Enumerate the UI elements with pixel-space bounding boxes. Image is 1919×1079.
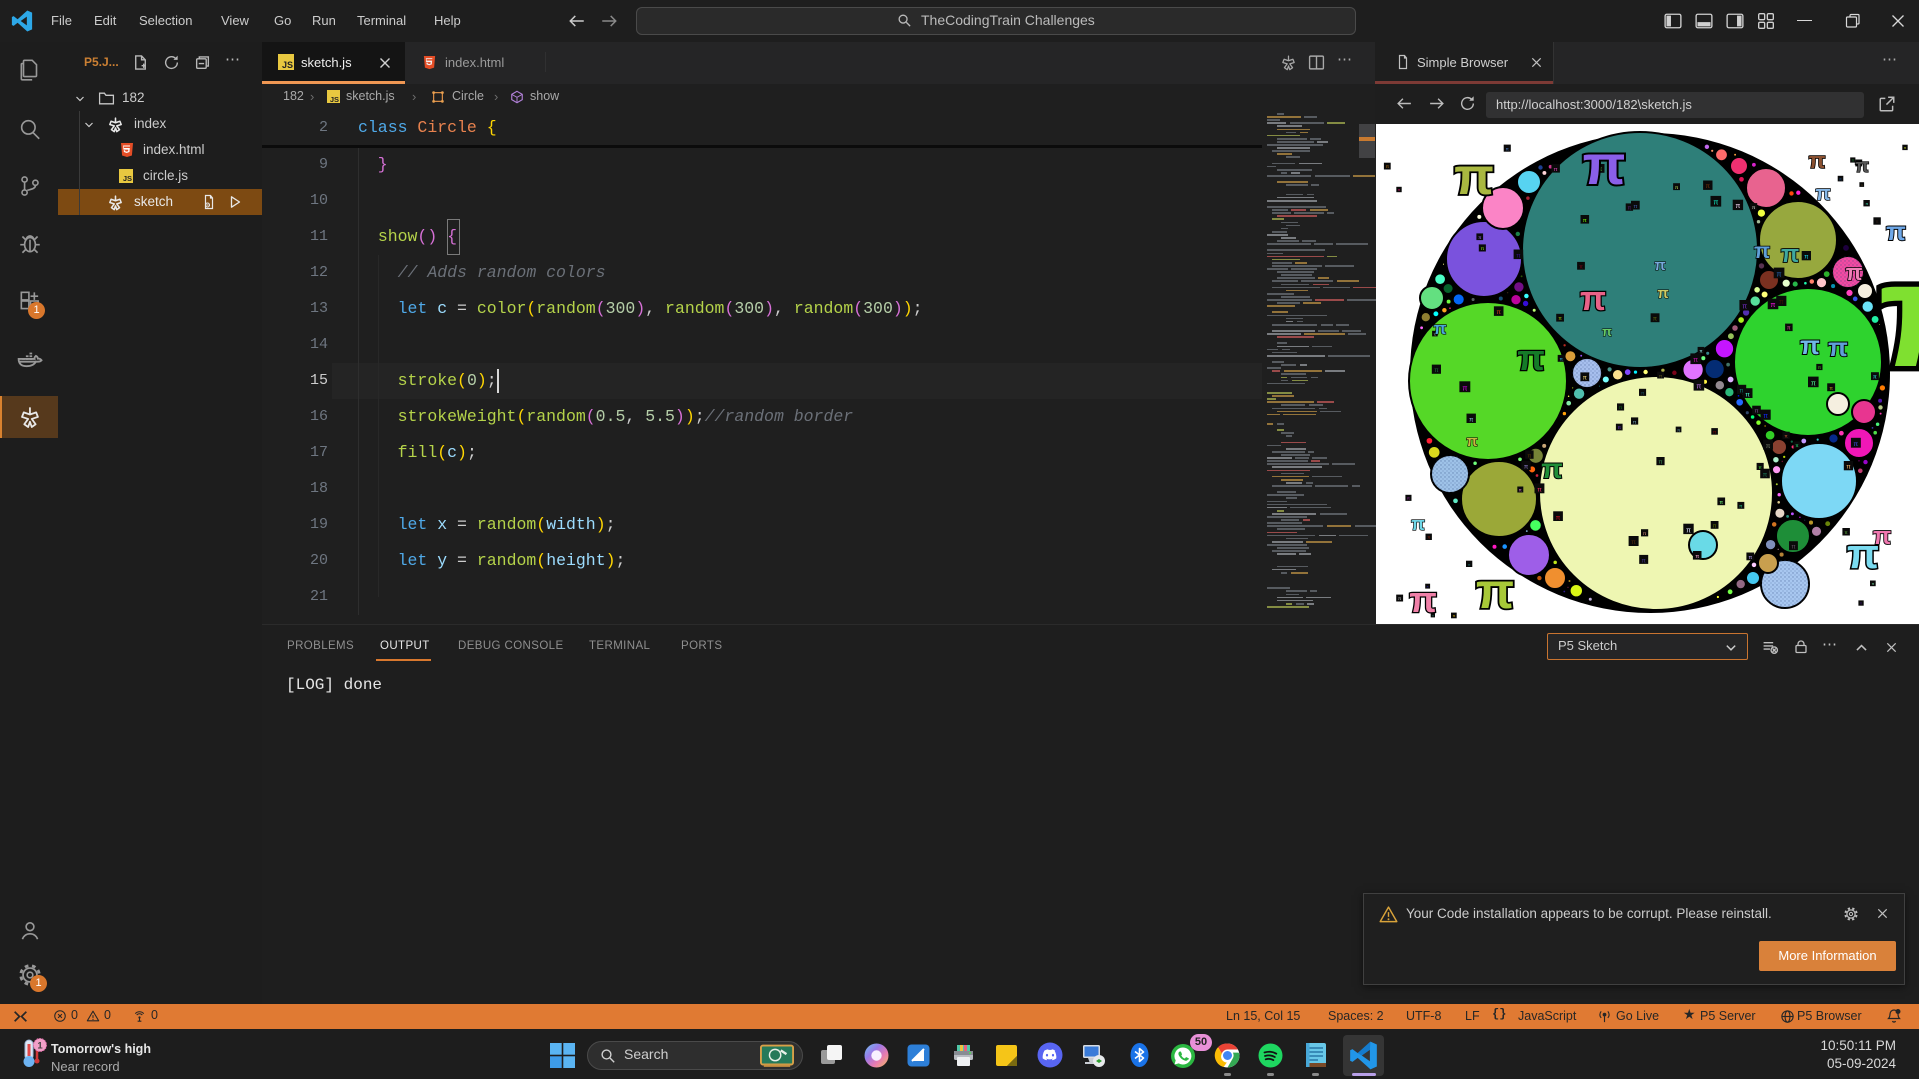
svg-text:π: π <box>1527 453 1531 459</box>
svg-text:π: π <box>1853 441 1858 448</box>
svg-text:π: π <box>1541 453 1562 484</box>
svg-text:π: π <box>1642 557 1646 564</box>
svg-text:π: π <box>1846 464 1851 471</box>
svg-text:π: π <box>1516 252 1521 259</box>
svg-text:π: π <box>1433 319 1446 338</box>
svg-text:π: π <box>1583 218 1587 224</box>
svg-text:π: π <box>1583 376 1587 382</box>
svg-text:π: π <box>1873 523 1891 550</box>
svg-text:π: π <box>1476 563 1514 619</box>
svg-text:π: π <box>1795 443 1798 448</box>
svg-text:π: π <box>1454 148 1494 206</box>
svg-text:π: π <box>1434 367 1439 374</box>
svg-text:π: π <box>1811 378 1816 387</box>
svg-text:π: π <box>1745 391 1750 398</box>
svg-text:π: π <box>1580 280 1606 318</box>
svg-text:π: π <box>1654 257 1666 274</box>
svg-text:π: π <box>1818 365 1821 370</box>
svg-text:π: π <box>1804 254 1809 261</box>
svg-text:π: π <box>1517 337 1545 378</box>
svg-text:π: π <box>1478 235 1481 240</box>
svg-text:π: π <box>1779 299 1784 306</box>
svg-text:π: π <box>1407 497 1410 501</box>
svg-text:π: π <box>1554 167 1558 173</box>
svg-text:π: π <box>1496 309 1501 316</box>
svg-text:π: π <box>1537 487 1542 494</box>
svg-text:π: π <box>1706 183 1711 190</box>
svg-text:π: π <box>1846 260 1863 285</box>
svg-text:π: π <box>1696 382 1701 391</box>
svg-text:π: π <box>1398 596 1401 601</box>
svg-text:π: π <box>1469 416 1474 423</box>
svg-text:π: π <box>1754 240 1770 263</box>
svg-text:π: π <box>1631 539 1636 546</box>
svg-text:π: π <box>1713 198 1718 207</box>
svg-text:π: π <box>1791 544 1795 551</box>
svg-text:π: π <box>1386 164 1389 169</box>
svg-text:π: π <box>1468 562 1471 567</box>
svg-text:1: 1 <box>37 1040 43 1051</box>
svg-text:π: π <box>1771 300 1776 309</box>
svg-text:π: π <box>1748 555 1752 561</box>
svg-text:π: π <box>1800 330 1820 360</box>
svg-text:π: π <box>1781 241 1799 268</box>
svg-text:π: π <box>1556 514 1561 521</box>
svg-text:π: π <box>1713 523 1717 529</box>
svg-text:π: π <box>1693 355 1698 364</box>
svg-text:π: π <box>1524 464 1529 471</box>
svg-text:π: π <box>1411 514 1425 534</box>
svg-text:π: π <box>1861 183 1863 187</box>
svg-text:π: π <box>1519 487 1522 492</box>
svg-text:π: π <box>1618 425 1621 430</box>
svg-text:π: π <box>1873 375 1877 381</box>
svg-text:π: π <box>1658 460 1662 466</box>
svg-text:π: π <box>1763 472 1768 479</box>
svg-text:π: π <box>1409 579 1437 620</box>
svg-text:π: π <box>1657 285 1669 302</box>
svg-text:π: π <box>1719 500 1723 506</box>
svg-text:π: π <box>1677 427 1680 432</box>
svg-text:π: π <box>1742 303 1747 311</box>
svg-text:π: π <box>1699 349 1702 354</box>
svg-text:π: π <box>1659 373 1662 378</box>
svg-text:π: π <box>1776 269 1781 278</box>
svg-text:π: π <box>1506 146 1509 151</box>
svg-text:π: π <box>1653 317 1657 323</box>
svg-text:π: π <box>1427 535 1430 540</box>
svg-text:π: π <box>1755 409 1759 415</box>
svg-text:π: π <box>1879 230 1919 398</box>
svg-text:π: π <box>1633 204 1637 210</box>
svg-text:π: π <box>1828 332 1848 362</box>
svg-text:π: π <box>1466 433 1478 450</box>
svg-text:π: π <box>1583 133 1626 196</box>
svg-text:π: π <box>1686 526 1691 534</box>
svg-text:π: π <box>1695 554 1699 560</box>
svg-text:π: π <box>1865 201 1868 206</box>
svg-text:π: π <box>1766 443 1771 450</box>
svg-text:π: π <box>1876 219 1879 224</box>
svg-text:π: π <box>1462 383 1467 392</box>
svg-text:π: π <box>1713 430 1716 435</box>
svg-text:π: π <box>1558 316 1562 322</box>
svg-text:π: π <box>1855 156 1869 176</box>
svg-text:π: π <box>1829 386 1833 392</box>
svg-text:π: π <box>1602 324 1612 339</box>
svg-text:π: π <box>1579 264 1583 270</box>
svg-text:π: π <box>1735 203 1740 210</box>
svg-text:π: π <box>1763 413 1768 420</box>
svg-text:π: π <box>1787 326 1791 332</box>
svg-text:π: π <box>1809 148 1826 173</box>
svg-text:π: π <box>1815 183 1830 205</box>
